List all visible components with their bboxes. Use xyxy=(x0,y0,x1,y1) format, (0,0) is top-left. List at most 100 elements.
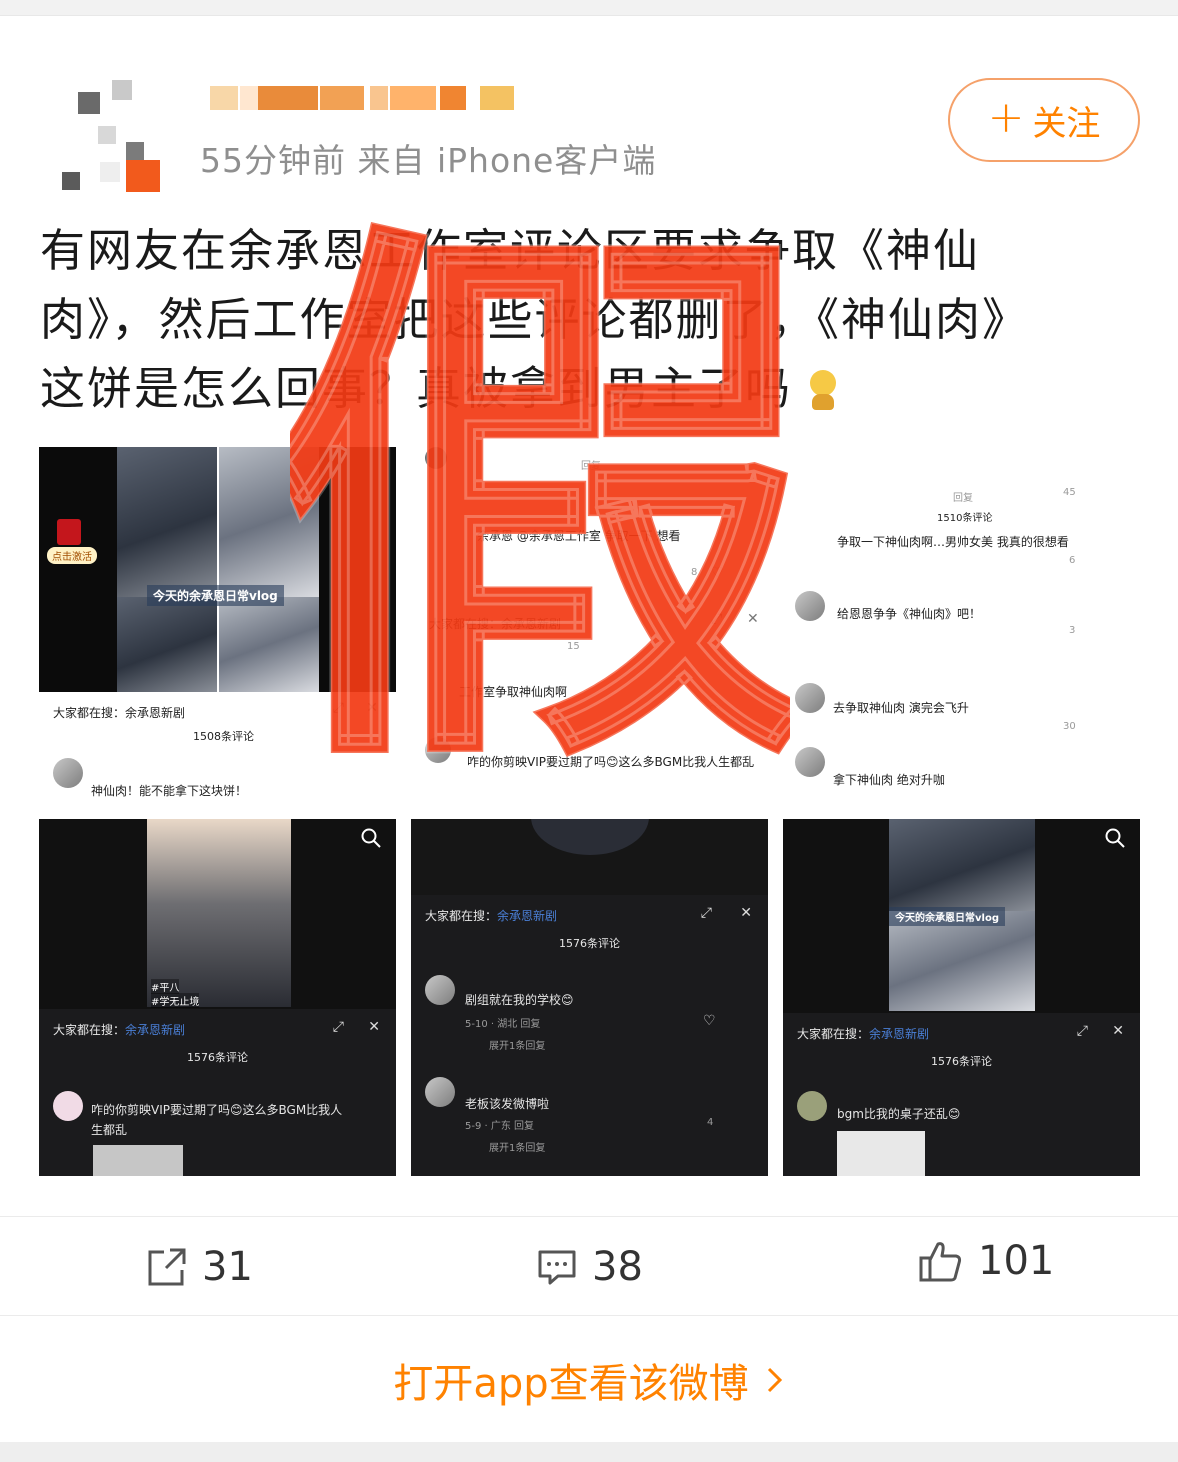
search-hint: 大家都在搜：余承恩新剧 xyxy=(797,1027,930,1041)
video-tag: #平八 xyxy=(151,979,180,994)
like-count: 6 xyxy=(1069,555,1076,566)
avatar[interactable] xyxy=(40,70,162,192)
comment-icon xyxy=(538,1250,576,1285)
activate-badge: 点击激活 xyxy=(47,547,97,564)
comment: 去争取神仙肉 演完会飞升 xyxy=(833,701,969,715)
comment-count: 1510条评论 xyxy=(937,513,993,524)
video-caption: 今天的余承恩日常vlog xyxy=(889,907,1005,926)
search-hint: 大家都在搜：余承恩新剧 xyxy=(53,1023,186,1037)
close-icon[interactable]: ✕ xyxy=(740,905,752,921)
comment-meta: 5-10 · 湖北 回复 xyxy=(465,1019,541,1030)
follow-button[interactable]: + 关注 xyxy=(948,78,1140,162)
heart-icon[interactable]: ♡ xyxy=(709,703,722,719)
post-text: 有网友在余承恩工作室评论区要求争取《神仙 肉》，然后工作室把这些评论都删了，《神… xyxy=(40,216,1140,423)
commenter-avatar xyxy=(797,1091,827,1121)
commenter-avatar xyxy=(795,591,825,621)
post-text-line-1: 有网友在余承恩工作室评论区要求争取《神仙 xyxy=(40,224,981,277)
image-grid: 点击激活 今天的余承恩日常vlog 大家都在搜：余承恩新剧 ⤢ ✕ 1508条评… xyxy=(39,447,1140,1176)
like-count: 3 xyxy=(1069,625,1076,636)
post-meta: 55分钟前 来自 iPhone客户端 xyxy=(200,141,657,180)
close-icon[interactable]: ✕ xyxy=(366,700,378,716)
follow-label: 关注 xyxy=(1032,103,1101,144)
comment-meta: 5-9 · 广东 回复 xyxy=(465,1121,535,1132)
like-count: 30 xyxy=(1063,721,1076,732)
search-hint: 大家都在搜：余承恩新剧 xyxy=(53,706,186,720)
commenter-avatar xyxy=(425,975,455,1005)
expand-icon[interactable]: ⤢ xyxy=(333,1019,344,1035)
comment-count: 1576条评论 xyxy=(187,1051,248,1064)
image-2[interactable]: 回复 余承恩 @余承恩工作室 争取一下 想看 ♡ 8 大家都在搜：余承恩新剧 ⤢… xyxy=(411,447,768,804)
expand-replies[interactable]: 展开1条回复 xyxy=(489,1037,545,1052)
commenter-avatar xyxy=(53,1091,83,1121)
like-count: 8 xyxy=(691,567,698,578)
open-app-link[interactable]: 打开app查看该微博 xyxy=(0,1318,1178,1442)
reply-link[interactable]: 回复 xyxy=(953,489,973,504)
expand-icon[interactable]: ⤢ xyxy=(333,700,344,716)
comment-count: 1576条评论 xyxy=(931,1055,992,1068)
commenter-avatar xyxy=(795,747,825,777)
comment: 余承恩 @余承恩工作室 争取一下 想看 xyxy=(477,529,681,543)
comment: 咋的你剪映VIP要过期了吗😊这么多BGM比我人生都乱 xyxy=(467,755,755,769)
comment: bgm比我的桌子还乱😊 xyxy=(837,1107,961,1121)
video-tag: #学无止境 xyxy=(151,993,200,1008)
bottom-divider xyxy=(0,1442,1178,1462)
comment: 咋的你剪映VIP要过期了吗😊这么多BGM比我人 xyxy=(91,1103,343,1117)
image-5[interactable]: 大家都在搜：余承恩新剧 ⤢ ✕ 1576条评论 剧组就在我的学校😊 5-10 ·… xyxy=(411,819,768,1176)
heart-icon[interactable]: ♡ xyxy=(703,1013,716,1029)
commenter-avatar xyxy=(425,1077,455,1107)
plus-icon: + xyxy=(987,92,1025,143)
expand-icon[interactable]: ⤢ xyxy=(711,611,722,627)
username-blurred[interactable] xyxy=(200,72,540,120)
commenter-avatar xyxy=(53,758,83,788)
comment: 争取一下神仙肉啊…男帅女美 我真的很想看 xyxy=(837,535,1069,549)
reply-link[interactable]: 回复 xyxy=(581,457,601,472)
image-4[interactable]: #平八 #学无止境 大家都在搜：余承恩新剧 ⤢ ✕ 1576条评论 咋的你剪映V… xyxy=(39,819,396,1176)
open-app-label: 打开app查看该微博 xyxy=(393,1361,749,1407)
comment: 给恩恩争争《神仙肉》吧！ xyxy=(837,607,982,621)
top-divider xyxy=(0,0,1178,16)
expand-replies[interactable]: 展开1条回复 xyxy=(489,1139,545,1154)
search-hint: 大家都在搜：余承恩新剧 xyxy=(429,617,562,631)
share-count: 31 xyxy=(202,1244,253,1290)
close-icon[interactable]: ✕ xyxy=(368,1019,380,1035)
comment: 老板该发微博啦 xyxy=(465,1097,550,1111)
comment-count: 1508条评论 xyxy=(193,730,254,743)
share-button[interactable]: 31 xyxy=(146,1217,253,1317)
comment: 神仙肉！能不能拿下这块饼！ xyxy=(91,784,248,798)
image-1[interactable]: 点击激活 今天的余承恩日常vlog 大家都在搜：余承恩新剧 ⤢ ✕ 1508条评… xyxy=(39,447,396,804)
commenter-avatar xyxy=(425,447,447,469)
comment-continued: 生都乱 xyxy=(91,1123,128,1137)
comment-count: 1576条评论 xyxy=(559,937,620,950)
search-icon[interactable] xyxy=(1104,827,1126,849)
expand-icon[interactable]: ⤢ xyxy=(1077,1023,1088,1039)
close-icon[interactable]: ✕ xyxy=(747,611,759,627)
thumbs-up-icon xyxy=(919,1242,962,1282)
like-count: 4 xyxy=(707,1117,714,1128)
commenter-avatar xyxy=(795,683,825,713)
video-caption: 今天的余承恩日常vlog xyxy=(147,585,284,606)
post-text-line-3: 这饼是怎么回事？真被拿到男主了吗 xyxy=(40,354,1140,423)
like-count: 45 xyxy=(1063,487,1076,498)
image-3[interactable]: 45 回复 1510条评论 争取一下神仙肉啊…男帅女美 我真的很想看 6 给恩恩… xyxy=(783,447,1140,804)
like-button[interactable]: 101 xyxy=(918,1211,1054,1311)
expand-icon[interactable]: ⤢ xyxy=(701,905,712,921)
chevron-right-icon xyxy=(767,1367,782,1393)
count-hint: 15 xyxy=(567,641,580,652)
search-icon[interactable] xyxy=(360,827,382,849)
action-bar: 31 38 101 xyxy=(0,1216,1178,1316)
search-hint: 大家都在搜：余承恩新剧 xyxy=(425,909,558,923)
comment-button[interactable]: 38 xyxy=(536,1217,643,1317)
commenter-avatar xyxy=(425,737,451,763)
heart-icon[interactable]: ♡ xyxy=(711,565,724,581)
comment: 拿下神仙肉 绝对升咖 xyxy=(833,773,945,787)
close-icon[interactable]: ✕ xyxy=(1112,1023,1124,1039)
post-text-line-2: 肉》，然后工作室把这些评论都删了，《神仙肉》 xyxy=(40,293,1030,346)
comment: 剧组就在我的学校😊 xyxy=(465,993,574,1007)
share-icon xyxy=(148,1248,186,1286)
comment: 工作室争取神仙肉啊 xyxy=(459,685,568,699)
like-count: 101 xyxy=(978,1238,1055,1284)
post-header: 55分钟前 来自 iPhone客户端 + 关注 xyxy=(0,60,1178,192)
comment-count: 38 xyxy=(592,1244,643,1290)
image-6[interactable]: 今天的余承恩日常vlog 大家都在搜：余承恩新剧 ⤢ ✕ 1576条评论 bgm… xyxy=(783,819,1140,1176)
doge-emoji-icon xyxy=(808,368,840,412)
